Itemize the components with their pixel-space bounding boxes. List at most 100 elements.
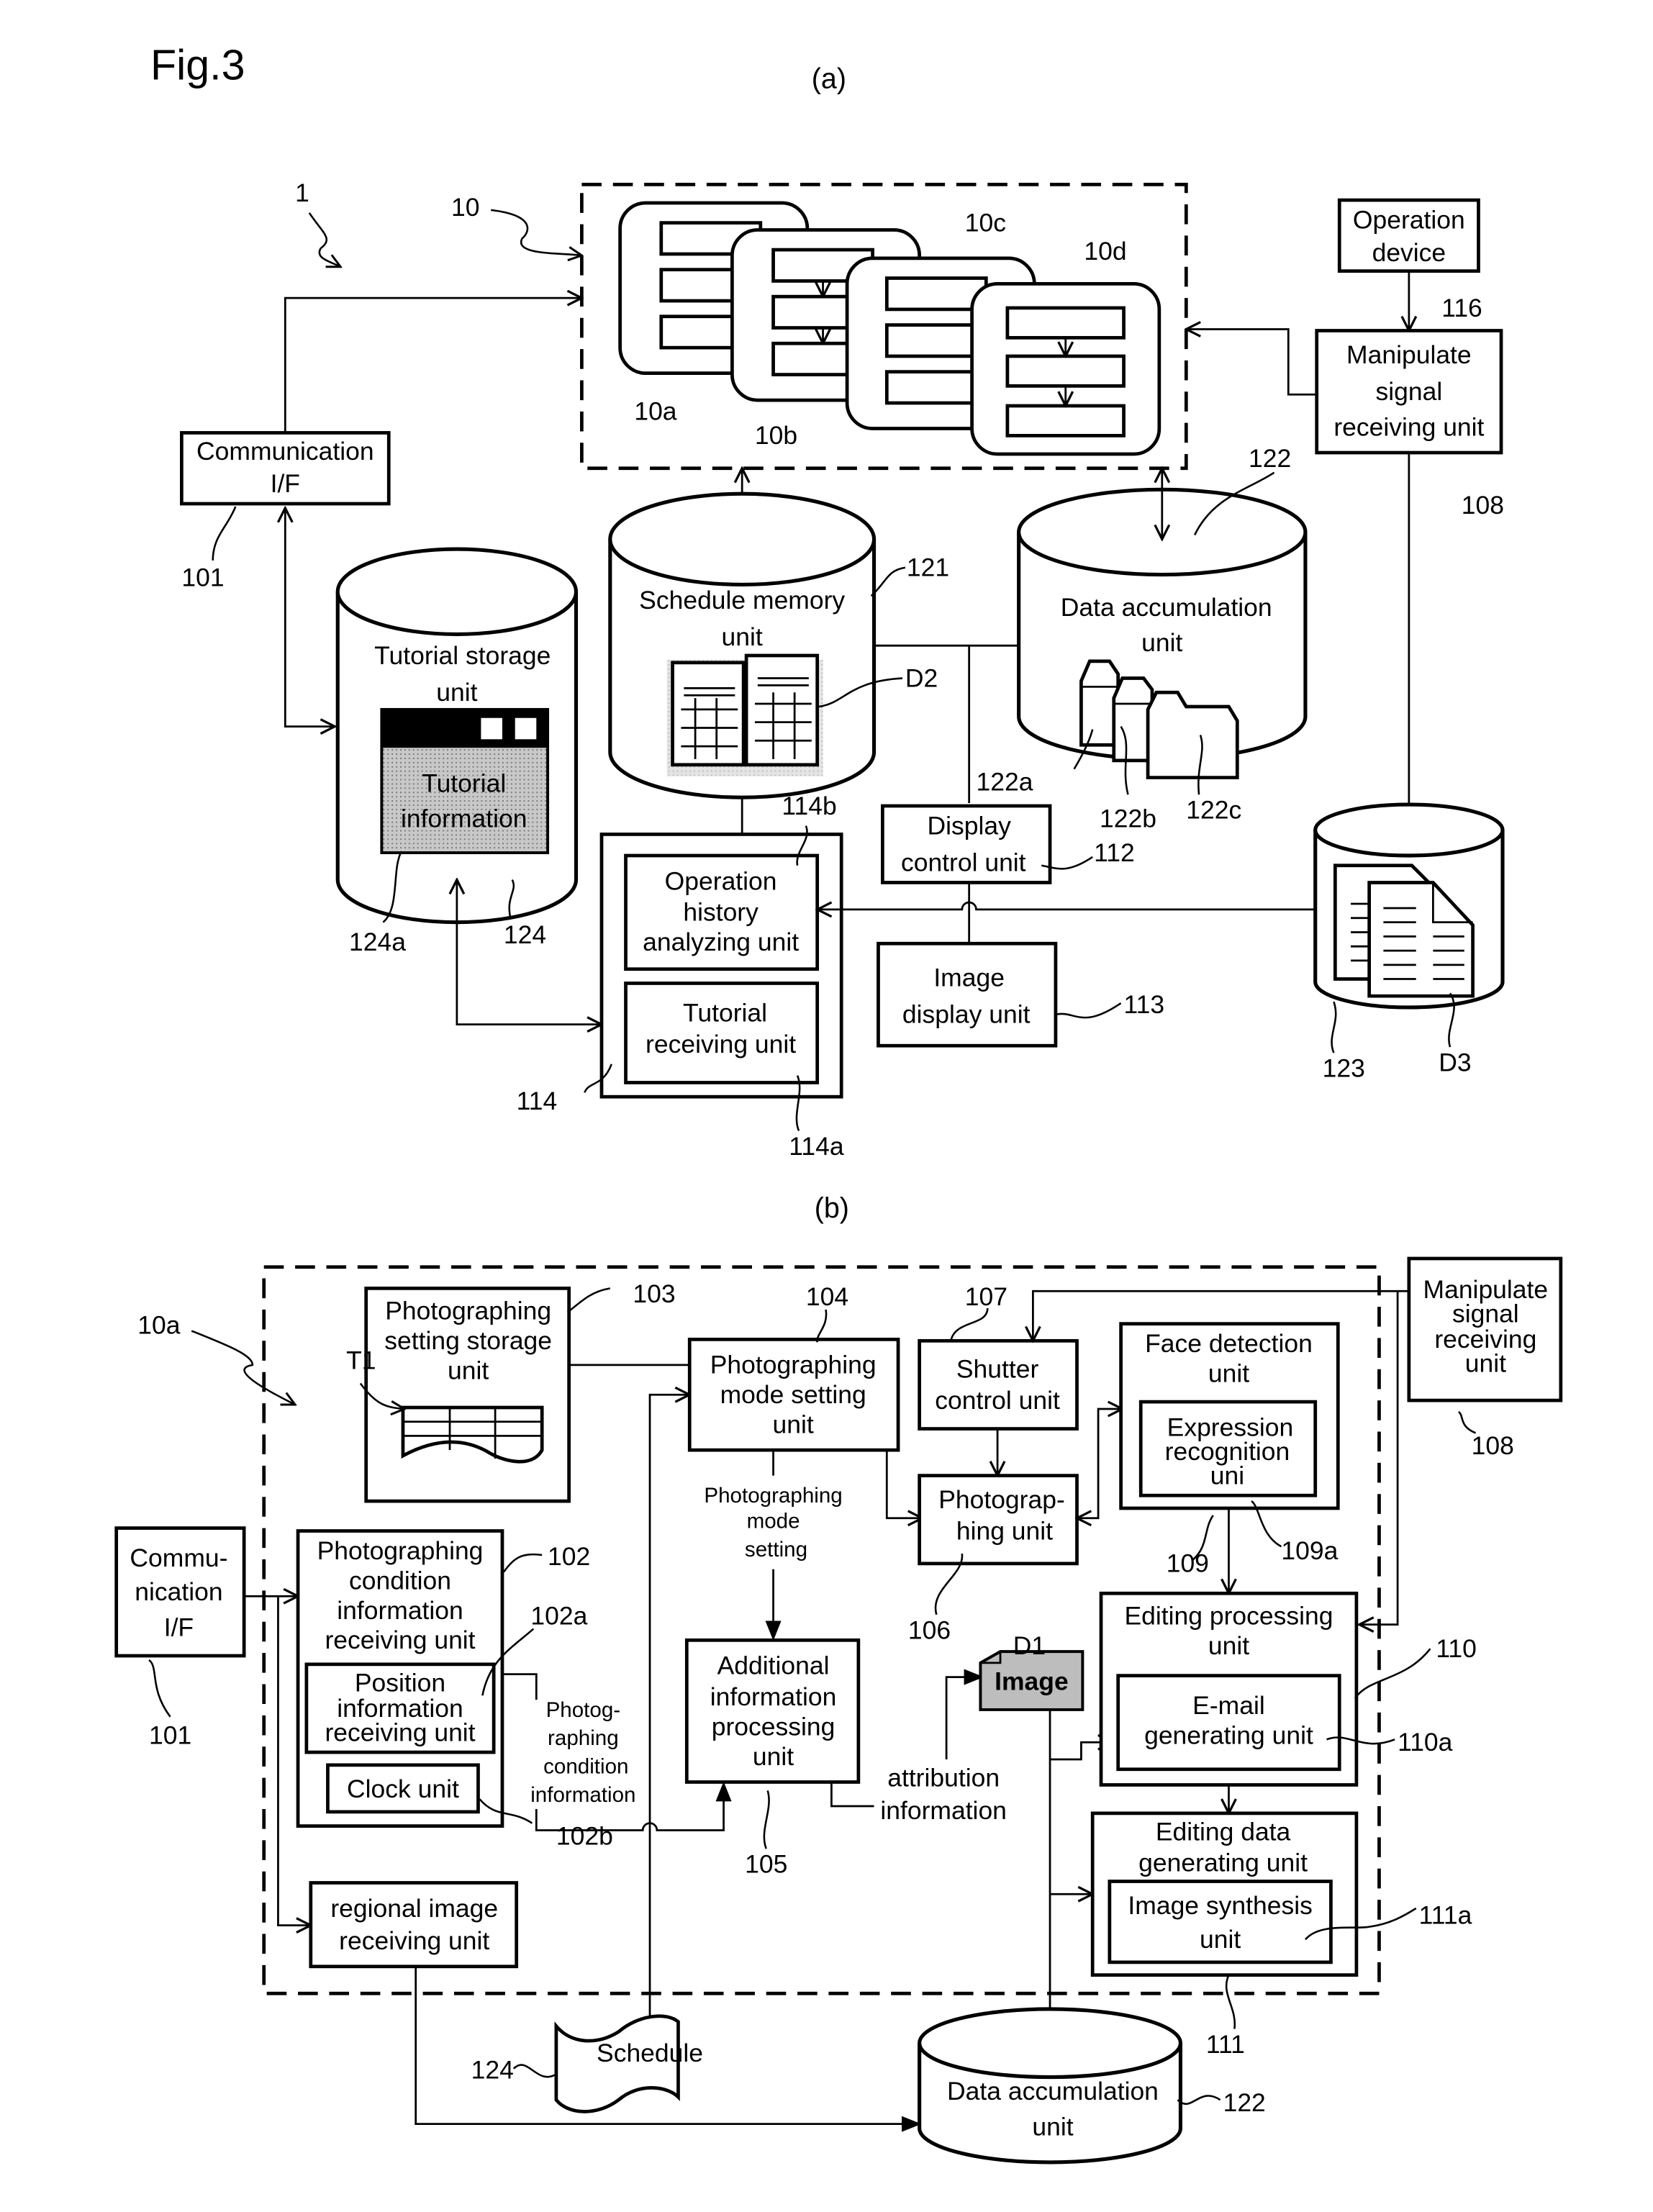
editing-processing-label-1: Editing processing xyxy=(1124,1602,1333,1631)
email-label-2: generating unit xyxy=(1144,1721,1313,1749)
ref-d1: D1 xyxy=(1013,1631,1046,1660)
data-accum-b-label-1: Data accumulation xyxy=(947,2077,1159,2106)
operation-history-label-1: Operation xyxy=(665,866,777,895)
display-control-label-2: control unit xyxy=(901,848,1026,877)
data-accum-a-label-2: unit xyxy=(1141,628,1182,657)
condition-receiving-label-3: information xyxy=(337,1596,463,1625)
mode-setting-note-1: Photographing xyxy=(704,1484,842,1508)
comm-to-tutorial-storage-connector xyxy=(285,508,335,727)
ref-10b: 10b xyxy=(755,421,797,450)
shutter-control-label-1: Shutter xyxy=(956,1355,1039,1384)
image-display-label-2: display unit xyxy=(902,1000,1031,1029)
tutorial-receiving-label-2: receiving unit xyxy=(646,1030,796,1059)
manip-b-label-4: unit xyxy=(1465,1349,1506,1378)
ref-111a: 111a xyxy=(1419,1901,1472,1930)
condition-receiving-label-4: receiving unit xyxy=(325,1626,475,1654)
condition-receiving-label-2: condition xyxy=(349,1566,451,1595)
regional-image-label-2: receiving unit xyxy=(339,1926,489,1955)
additional-label-3: processing xyxy=(712,1712,835,1741)
ref-124-a: 124 xyxy=(504,920,546,949)
part-a: 1 10 10a 10b 10c 10d Communication I/F 1… xyxy=(180,178,1505,1161)
tutorial-storage-label-1: Tutorial storage xyxy=(374,641,551,670)
data-accum-b-label-2: unit xyxy=(1032,2112,1073,2141)
ref-124-b: 124 xyxy=(471,2056,514,2085)
ref-10c: 10c xyxy=(965,208,1006,237)
display-control-label-1: Display xyxy=(927,811,1011,840)
ref-122a: 122a xyxy=(977,767,1033,796)
clock-unit-label: Clock unit xyxy=(347,1774,459,1803)
ref-101-b: 101 xyxy=(149,1721,191,1749)
ref-111: 111 xyxy=(1206,2030,1245,2059)
comm-b-label-3: I/F xyxy=(164,1613,194,1641)
position-label-3: receiving unit xyxy=(325,1718,475,1746)
mode-setting-label-1: Photographing xyxy=(710,1351,877,1379)
ref-system: 1 xyxy=(295,178,309,207)
ref-123: 123 xyxy=(1323,1054,1365,1083)
editing-data-label-2: generating unit xyxy=(1138,1849,1308,1877)
ref-d3: D3 xyxy=(1439,1048,1471,1077)
image-synthesis-label-2: unit xyxy=(1200,1925,1241,1954)
operation-device-label-1: Operation xyxy=(1353,206,1465,235)
additional-label-4: unit xyxy=(753,1742,794,1771)
ref-121: 121 xyxy=(907,553,949,582)
setting-storage-label-1: Photographing xyxy=(385,1297,551,1325)
comm-b-label-2: nication xyxy=(135,1577,222,1606)
ref-10a: 10a xyxy=(634,397,676,426)
system-pointer-icon xyxy=(308,212,340,267)
schedule-label: Schedule xyxy=(597,2039,703,2067)
ref-terminal-group: 10 xyxy=(451,193,479,222)
image-data-label: Image xyxy=(995,1667,1069,1695)
ref-122-a: 122 xyxy=(1249,444,1291,473)
condition-receiving-label-1: Photographing xyxy=(317,1536,484,1565)
ref-102a: 102a xyxy=(530,1602,587,1631)
condition-note-3: condition xyxy=(543,1755,628,1779)
tutorial-storage-label-2: unit xyxy=(436,678,477,707)
ref-110: 110 xyxy=(1436,1634,1477,1663)
terminal-group-pointer-icon xyxy=(491,209,581,255)
figure-title: Fig.3 xyxy=(150,40,245,89)
ref-107: 107 xyxy=(965,1282,1007,1311)
mode-setting-note-3: setting xyxy=(745,1538,807,1561)
condition-note-2: raphing xyxy=(548,1726,619,1750)
ref-109: 109 xyxy=(1167,1549,1209,1578)
photographing-unit-label-1: Photograp- xyxy=(938,1485,1065,1514)
condition-note-4: information xyxy=(530,1783,635,1807)
image-display-box xyxy=(877,941,1058,1048)
tutorial-info-label-2: information xyxy=(401,804,527,833)
ref-114b: 114b xyxy=(782,792,836,820)
communication-if-label-1: Communication xyxy=(196,437,374,466)
mode-setting-label-3: unit xyxy=(773,1410,814,1438)
operation-device-label-2: device xyxy=(1372,238,1446,267)
manipulate-signal-label-1: Manipulate xyxy=(1346,340,1472,369)
editing-processing-label-2: unit xyxy=(1208,1631,1249,1660)
ref-109a: 109a xyxy=(1281,1536,1338,1565)
terminal-card-10d xyxy=(970,282,1161,456)
ref-122b: 122b xyxy=(1100,804,1156,833)
ref-d2: D2 xyxy=(905,663,938,692)
attribution-note-2: information xyxy=(880,1796,1007,1825)
image-synthesis-label-1: Image synthesis xyxy=(1128,1891,1312,1920)
condition-note-1: Photog- xyxy=(546,1698,621,1722)
ref-103: 103 xyxy=(633,1279,675,1308)
mode-setting-label-2: mode setting xyxy=(720,1380,866,1409)
comm-b-label-1: Commu- xyxy=(130,1544,227,1572)
ref-122c: 122c xyxy=(1186,796,1241,825)
operation-history-label-2: history xyxy=(683,898,758,927)
email-label-1: E-mail xyxy=(1192,1691,1265,1720)
regional-image-label-1: regional image xyxy=(330,1894,498,1923)
communication-if-label-2: I/F xyxy=(271,469,300,498)
figure-3-diagram: Fig.3 (a) 1 10 10a 10b 10c 10d Communica… xyxy=(114,40,1563,2165)
data-accum-a-label-1: Data accumulation xyxy=(1061,593,1272,622)
schedule-to-mode-setting-connector xyxy=(648,1395,689,2022)
ref-113: 113 xyxy=(1124,990,1165,1019)
attribution-note-1: attribution xyxy=(887,1763,1000,1792)
mode-setting-note-2: mode xyxy=(747,1510,800,1533)
photographing-unit-label-2: hing unit xyxy=(956,1516,1053,1545)
ref-101-a: 101 xyxy=(181,563,224,591)
manipulate-signal-label-2: signal xyxy=(1376,377,1443,406)
ref-114a: 114a xyxy=(789,1132,844,1161)
editing-data-label-1: Editing data xyxy=(1156,1817,1291,1846)
image-display-label-1: Image xyxy=(933,963,1005,992)
setting-storage-label-2: setting storage xyxy=(384,1326,552,1355)
comm-to-terminals-connector xyxy=(284,298,581,433)
